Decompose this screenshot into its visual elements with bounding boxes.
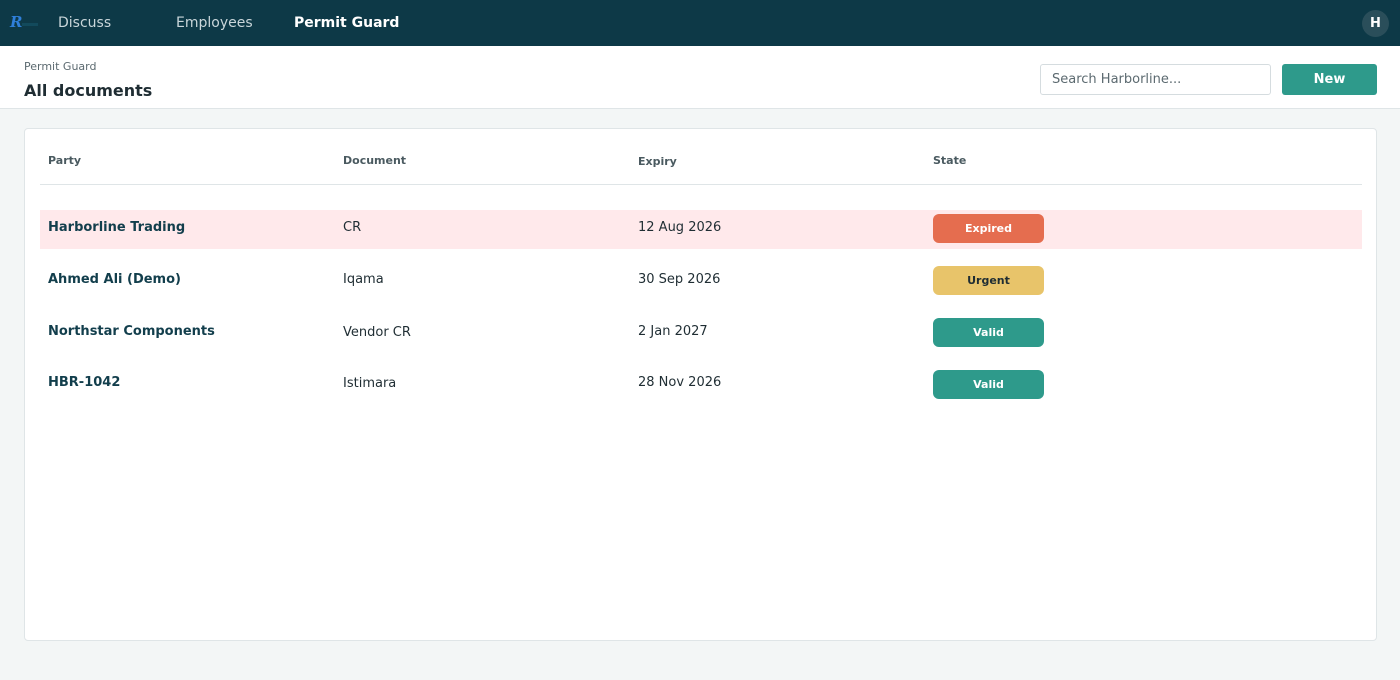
status-badge: Expired [933,214,1044,243]
document-type: Iqama [343,272,384,287]
expiry-date: 12 Aug 2026 [638,220,722,235]
user-avatar[interactable]: H [1362,10,1389,37]
party-name[interactable]: Ahmed Ali (Demo) [48,272,181,288]
documents-list: Party Document Expiry State Harborline T… [24,128,1377,641]
party-name[interactable]: Northstar Components [48,324,215,340]
page-title: All documents [24,81,153,100]
column-header-document[interactable]: Document [343,154,406,167]
app-logo[interactable]: R [10,13,38,33]
search-input[interactable] [1040,64,1271,95]
column-header-state[interactable]: State [933,154,966,167]
header-divider [40,184,1362,185]
new-button[interactable]: New [1282,64,1377,95]
table-row[interactable]: Ahmed Ali (Demo) Iqama 30 Sep 2026 Urgen… [40,262,1362,301]
status-badge: Valid [933,370,1044,399]
column-header-expiry[interactable]: Expiry [638,155,677,168]
status-badge: Valid [933,318,1044,347]
table-row[interactable]: HBR-1042 Istimara 28 Nov 2026 Valid [40,366,1362,405]
column-header-party[interactable]: Party [48,154,81,167]
nav-item-permit-guard[interactable]: Permit Guard [294,15,399,31]
nav-item-discuss[interactable]: Discuss [58,15,111,31]
table-row[interactable]: Northstar Components Vendor CR 2 Jan 202… [40,314,1362,353]
top-navbar: R Discuss Employees Permit Guard H [0,0,1400,46]
document-type: Vendor CR [343,325,411,340]
control-panel: Permit Guard All documents New [0,46,1400,109]
nav-item-employees[interactable]: Employees [176,15,253,31]
expiry-date: 28 Nov 2026 [638,375,722,390]
breadcrumb[interactable]: Permit Guard [24,60,96,73]
expiry-date: 30 Sep 2026 [638,272,721,287]
party-name[interactable]: HBR-1042 [48,375,120,391]
status-badge: Urgent [933,266,1044,295]
table-row[interactable]: Harborline Trading CR 12 Aug 2026 Expire… [40,210,1362,249]
expiry-date: 2 Jan 2027 [638,324,708,339]
party-name[interactable]: Harborline Trading [48,220,185,236]
document-type: CR [343,220,362,235]
document-type: Istimara [343,376,397,391]
